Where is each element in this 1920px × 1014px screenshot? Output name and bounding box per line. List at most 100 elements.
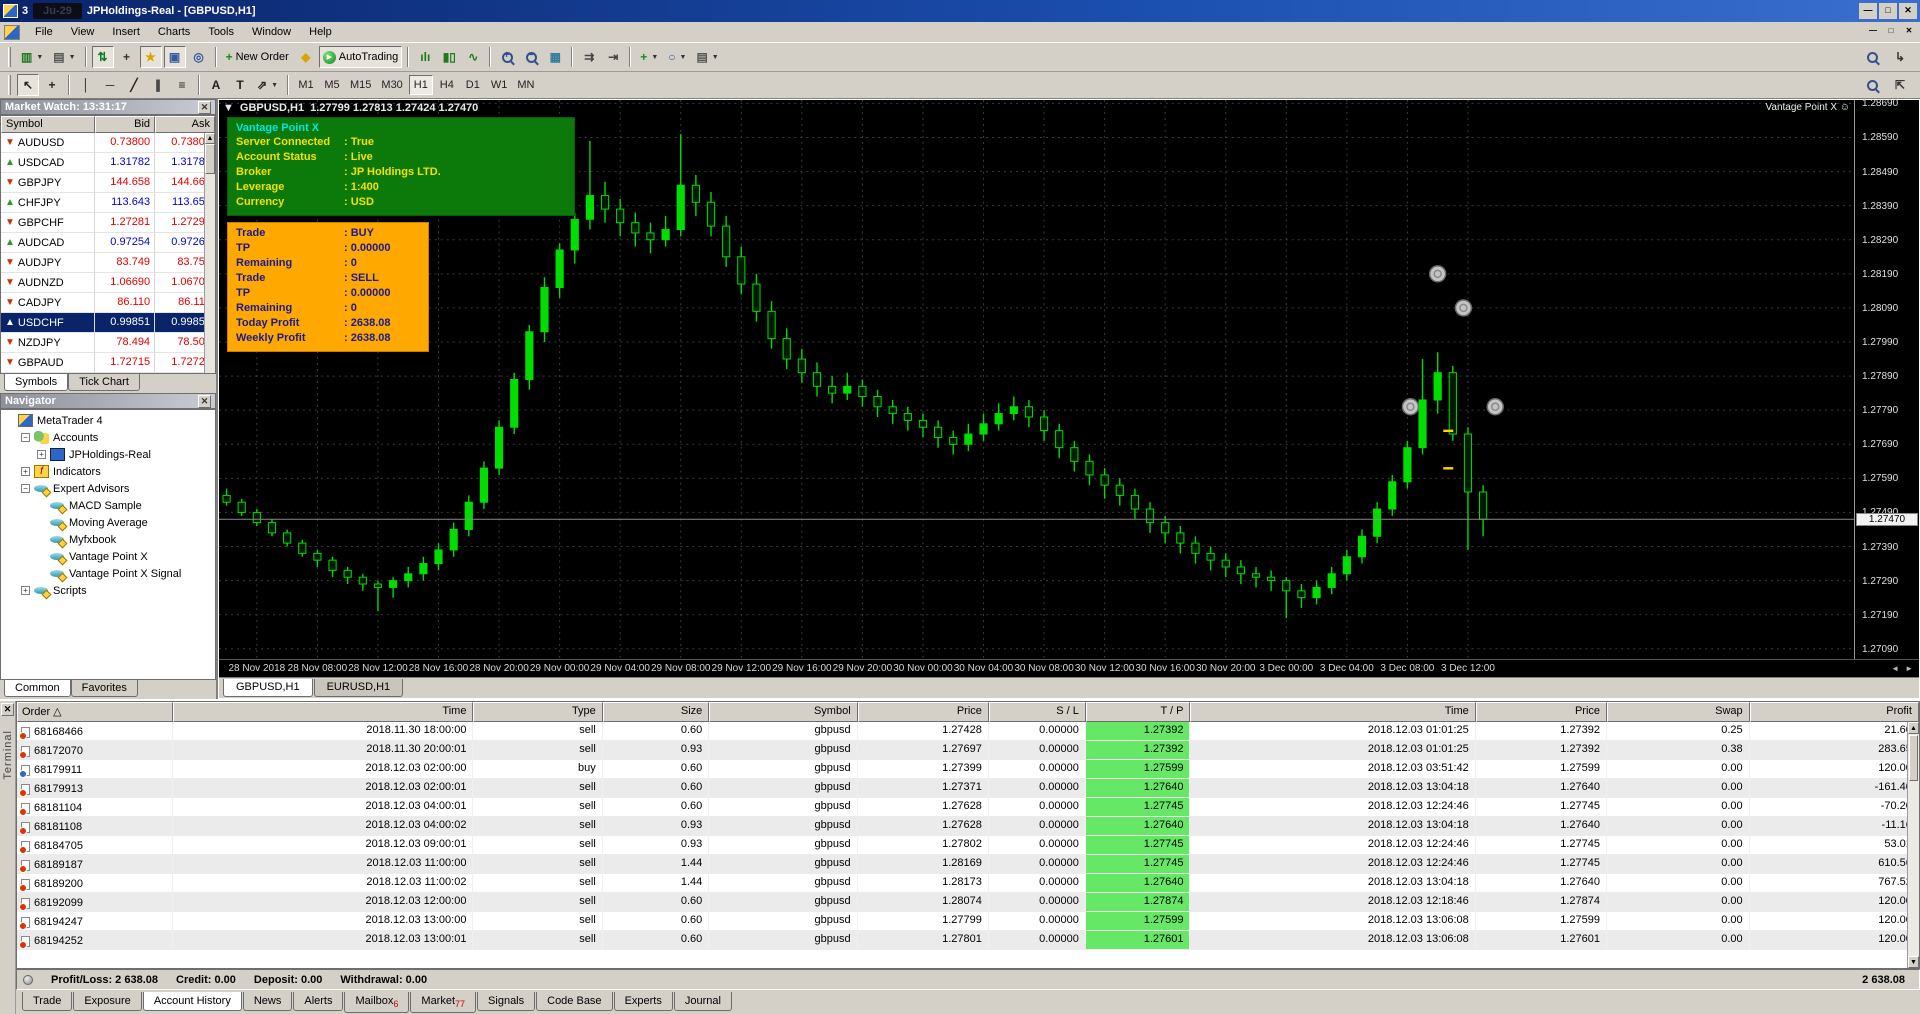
zoom-out-button[interactable]: − bbox=[520, 46, 542, 68]
pointer-button[interactable]: ↳ bbox=[1889, 46, 1911, 68]
header-type[interactable]: Type bbox=[473, 702, 602, 722]
timeframe-m1[interactable]: M1 bbox=[294, 75, 318, 95]
timeframe-mn[interactable]: MN bbox=[513, 75, 538, 95]
text-button[interactable]: A bbox=[205, 74, 227, 96]
timeframe-m15[interactable]: M15 bbox=[346, 75, 375, 95]
col-ask[interactable]: Ask bbox=[155, 116, 215, 133]
menu-window[interactable]: Window bbox=[243, 23, 300, 41]
navigator-item-expert-advisors[interactable]: −Expert Advisors bbox=[1, 480, 215, 497]
navigator-tab-favorites[interactable]: Favorites bbox=[71, 680, 138, 697]
cursor-button[interactable]: ↖ bbox=[17, 74, 39, 96]
chart-line-button[interactable]: ∿ bbox=[462, 46, 484, 68]
history-row-68181108[interactable]: 681811082018.12.03 04:00:02sell0.93gbpus… bbox=[17, 817, 1919, 836]
timeframe-m5[interactable]: M5 bbox=[320, 75, 344, 95]
expand-icon[interactable]: + bbox=[21, 467, 30, 476]
terminal-tab-account-history[interactable]: Account History bbox=[143, 992, 242, 1011]
market-watch-row[interactable]: ▲USDCHF0.998510.99858 bbox=[1, 313, 215, 333]
collapse-arrow-icon[interactable]: ▼ bbox=[223, 102, 234, 114]
tile-windows-button[interactable]: ▦ bbox=[544, 46, 566, 68]
expand-icon[interactable]: + bbox=[37, 450, 46, 459]
history-row-68192099[interactable]: 681920992018.12.03 12:00:00sell0.60gbpus… bbox=[17, 893, 1919, 912]
new-chart-button[interactable]: ▥▼ bbox=[17, 46, 47, 68]
terminal-tab-news[interactable]: News bbox=[243, 992, 293, 1011]
header-price[interactable]: Price bbox=[858, 702, 989, 722]
crosshair-button[interactable]: + bbox=[41, 74, 63, 96]
col-bid[interactable]: Bid bbox=[95, 116, 155, 133]
market-watch-row[interactable]: ▲AUDCAD0.972540.97265 bbox=[1, 233, 215, 253]
navigator-item-vantage-point-x-signal[interactable]: Vantage Point X Signal bbox=[1, 565, 215, 582]
chart-bars-button[interactable]: ılı bbox=[414, 46, 436, 68]
terminal-tab-exposure[interactable]: Exposure bbox=[73, 992, 141, 1011]
chart-candles-button[interactable]: ▮▯ bbox=[438, 46, 460, 68]
history-row-68184705[interactable]: 681847052018.12.03 09:00:01sell0.93gbpus… bbox=[17, 836, 1919, 855]
header-order[interactable]: Order △ bbox=[17, 702, 173, 722]
history-row-68172070[interactable]: 681720702018.11.30 20:00:01sell0.93gbpus… bbox=[17, 741, 1919, 760]
history-row-68194247[interactable]: 681942472018.12.03 13:00:00sell0.60gbpus… bbox=[17, 912, 1919, 931]
time-axis[interactable]: 28 Nov 201828 Nov 08:0028 Nov 12:0028 No… bbox=[219, 660, 1854, 677]
scroll-up-icon[interactable]: ▲ bbox=[1908, 722, 1919, 734]
header-size[interactable]: Size bbox=[603, 702, 710, 722]
market-watch-row[interactable]: ▼AUDUSD0.738000.73806 bbox=[1, 133, 215, 153]
collapse-icon[interactable]: − bbox=[21, 484, 30, 493]
navigator-item-jpholdings-real[interactable]: +JPHoldings-Real bbox=[1, 446, 215, 463]
chart-scroll-arrows[interactable]: ◄ ► bbox=[1854, 660, 1919, 677]
history-row-68181104[interactable]: 681811042018.12.03 04:00:01sell0.60gbpus… bbox=[17, 798, 1919, 817]
history-row-68168466[interactable]: 681684662018.11.30 18:00:00sell0.60gbpus… bbox=[17, 722, 1919, 741]
zoom-in-button[interactable]: + bbox=[496, 46, 518, 68]
terminal-tab-experts[interactable]: Experts bbox=[614, 992, 673, 1011]
timeframe-d1[interactable]: D1 bbox=[461, 75, 485, 95]
header-profit[interactable]: Profit bbox=[1750, 702, 1919, 722]
terminal-toggle-button[interactable]: ▣ bbox=[164, 46, 186, 68]
timeframe-h4[interactable]: H4 bbox=[435, 75, 459, 95]
market-watch-close-icon[interactable]: ✕ bbox=[198, 101, 211, 114]
profiles-button[interactable]: ▤▼ bbox=[49, 46, 79, 68]
strategy-tester-button[interactable]: ◎ bbox=[188, 46, 210, 68]
terminal-tab-alerts[interactable]: Alerts bbox=[293, 992, 343, 1011]
header-symbol[interactable]: Symbol bbox=[709, 702, 857, 722]
collapse-icon[interactable]: − bbox=[21, 433, 30, 442]
scroll-down-icon[interactable]: ▼ bbox=[1908, 956, 1919, 968]
history-row-68189200[interactable]: 681892002018.12.03 11:00:02sell1.44gbpus… bbox=[17, 874, 1919, 893]
auto-scroll-button[interactable]: ⇉ bbox=[578, 46, 600, 68]
close-button[interactable]: ✕ bbox=[1899, 3, 1917, 19]
navigator-item-vantage-point-x[interactable]: Vantage Point X bbox=[1, 548, 215, 565]
market-watch-row[interactable]: ▼NZDJPY78.49478.502 bbox=[1, 333, 215, 353]
col-symbol[interactable]: Symbol bbox=[1, 116, 95, 133]
templates-button[interactable]: ▤▼ bbox=[692, 46, 722, 68]
maximize-button[interactable]: □ bbox=[1879, 3, 1897, 19]
navigator-item-indicators[interactable]: +fIndicators bbox=[1, 463, 215, 480]
navigator-close-icon[interactable]: ✕ bbox=[198, 395, 211, 408]
autotrading-button[interactable]: ▶AutoTrading bbox=[319, 46, 403, 68]
navigator-item-moving-average[interactable]: Moving Average bbox=[1, 514, 215, 531]
horizontal-line-button[interactable]: ─ bbox=[99, 74, 121, 96]
new-order-button[interactable]: +New Order bbox=[222, 46, 293, 68]
market-watch-row[interactable]: ▼CADJPY86.11086.117 bbox=[1, 293, 215, 313]
equidistant-channel-button[interactable]: ∥ bbox=[147, 74, 169, 96]
history-row-68179913[interactable]: 681799132018.12.03 02:00:01sell0.60gbpus… bbox=[17, 779, 1919, 798]
chart-tab-gbpusd-h1[interactable]: GBPUSD,H1 bbox=[223, 679, 313, 697]
timeframe-m30[interactable]: M30 bbox=[377, 75, 406, 95]
menu-view[interactable]: View bbox=[62, 23, 104, 41]
terminal-tab-trade[interactable]: Trade bbox=[22, 992, 72, 1011]
navigator-tab-common[interactable]: Common bbox=[4, 680, 71, 697]
market-watch-row[interactable]: ▼GBPJPY144.658144.664 bbox=[1, 173, 215, 193]
header-swap[interactable]: Swap bbox=[1607, 702, 1750, 722]
market-watch-scrollbar[interactable]: ▲ bbox=[204, 133, 215, 373]
arrows-tool-button[interactable]: ⇗▼ bbox=[253, 74, 282, 96]
price-axis[interactable]: 1.286901.285901.284901.283901.282901.281… bbox=[1854, 100, 1919, 659]
scroll-up-icon[interactable]: ▲ bbox=[205, 133, 215, 144]
navigator-item-scripts[interactable]: +Scripts bbox=[1, 582, 215, 599]
indicators-list-button[interactable]: +▼ bbox=[636, 46, 662, 68]
search-button[interactable] bbox=[1861, 46, 1883, 68]
expand-icon[interactable]: + bbox=[21, 586, 30, 595]
header-time[interactable]: Time bbox=[1190, 702, 1475, 722]
child-close-button[interactable]: ✕ bbox=[1901, 25, 1917, 39]
minimize-button[interactable]: — bbox=[1859, 3, 1877, 19]
navigator-toggle-button[interactable]: ★ bbox=[140, 46, 162, 68]
terminal-tab-mailbox[interactable]: Mailbox6 bbox=[344, 992, 409, 1013]
market-watch-row[interactable]: ▼AUDJPY83.74983.756 bbox=[1, 253, 215, 273]
navigator-item-metatrader-4[interactable]: MetaTrader 4 bbox=[1, 412, 215, 429]
market-watch-row[interactable]: ▲USDCAD1.317821.31788 bbox=[1, 153, 215, 173]
navigator-item-myfxbook[interactable]: Myfxbook bbox=[1, 531, 215, 548]
market-watch-tab-tick-chart[interactable]: Tick Chart bbox=[68, 374, 140, 391]
